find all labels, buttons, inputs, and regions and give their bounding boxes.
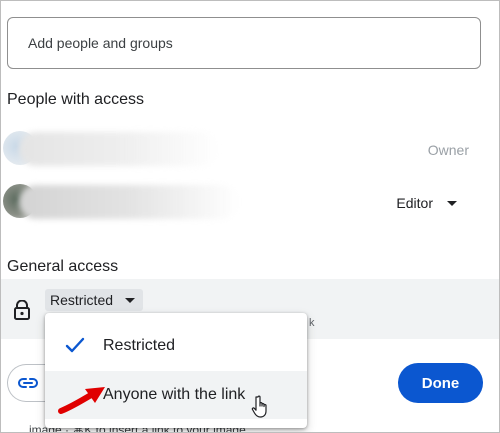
access-description-partial: k xyxy=(309,317,315,329)
lock-icon xyxy=(14,300,30,320)
role-editor-dropdown[interactable]: Editor xyxy=(396,195,457,211)
share-dialog: Add people and groups People with access… xyxy=(0,0,500,433)
add-people-input[interactable]: Add people and groups xyxy=(7,17,481,69)
add-people-placeholder: Add people and groups xyxy=(28,35,173,51)
check-icon xyxy=(65,337,85,353)
person-row-editor: Editor xyxy=(1,179,499,225)
role-editor-label: Editor xyxy=(396,195,433,211)
copy-link-button[interactable] xyxy=(7,364,47,402)
menu-item-label: Restricted xyxy=(103,337,176,354)
hand-cursor-icon xyxy=(251,395,267,418)
red-arrow-annotation xyxy=(58,387,105,414)
done-button[interactable]: Done xyxy=(398,363,483,403)
done-button-label: Done xyxy=(421,374,460,392)
menu-item-restricted[interactable]: Restricted xyxy=(45,322,307,370)
redacted-name xyxy=(19,132,219,166)
menu-item-label: Anyone with the link xyxy=(103,386,246,403)
general-access-heading: General access xyxy=(7,258,119,275)
people-with-access-heading: People with access xyxy=(7,91,144,108)
link-icon xyxy=(17,378,38,388)
caret-down-icon xyxy=(447,200,457,206)
access-level-label: Restricted xyxy=(50,292,114,308)
caret-down-icon xyxy=(125,297,136,303)
role-owner-label: Owner xyxy=(427,142,469,158)
redacted-name xyxy=(19,185,239,219)
access-level-dropdown[interactable]: Restricted xyxy=(45,289,144,311)
person-row-owner: Owner xyxy=(1,126,499,172)
